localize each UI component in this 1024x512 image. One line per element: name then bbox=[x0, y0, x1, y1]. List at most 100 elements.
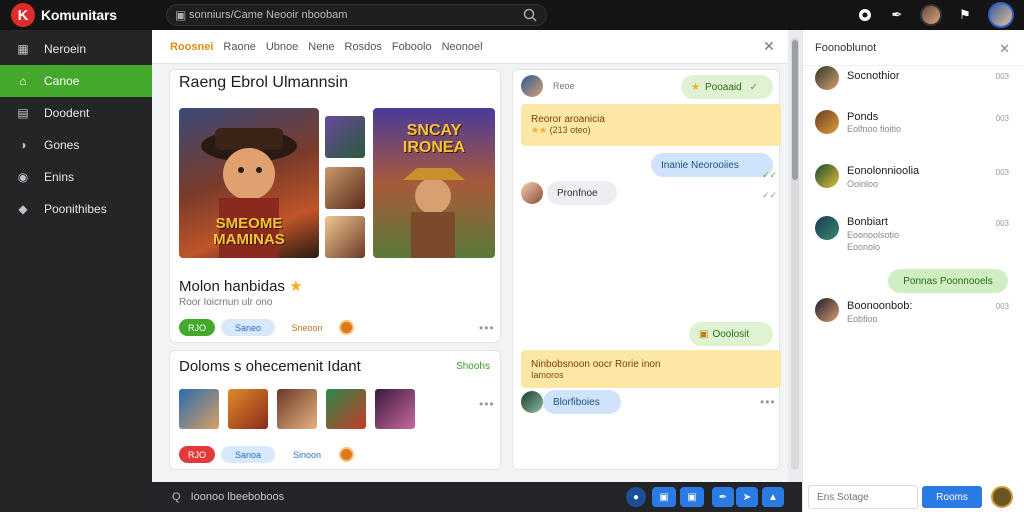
message-input[interactable] bbox=[190, 491, 551, 503]
category-pill[interactable]: Saneo bbox=[221, 319, 275, 336]
game-subtitle: Molon hanbidas ★ bbox=[179, 277, 303, 295]
close-icon[interactable]: ✕ bbox=[762, 39, 776, 53]
chat-bubble[interactable]: Blorfiboies bbox=[543, 390, 621, 414]
contact-time: 003 bbox=[995, 114, 1009, 123]
chat-bubble-text: Pooaaid bbox=[704, 81, 742, 93]
rating-badge[interactable]: RJO bbox=[179, 319, 215, 336]
hero-art-2[interactable]: SNCAY IRONEA bbox=[373, 108, 495, 258]
friend-avatar[interactable] bbox=[920, 4, 942, 26]
chat-avatar[interactable] bbox=[521, 391, 543, 413]
star-icon: ★★ bbox=[531, 125, 548, 135]
game-subtitle-text: Molon hanbidas bbox=[179, 278, 285, 295]
sidebar-item-label: Doodent bbox=[44, 106, 90, 120]
thumbnail[interactable] bbox=[325, 216, 365, 258]
chat-avatar[interactable] bbox=[521, 75, 543, 97]
sidebar-item-0[interactable]: ▦ Neroein bbox=[0, 33, 152, 65]
character-thumb[interactable] bbox=[326, 389, 366, 429]
chat-bubble-text: Ooolosit bbox=[712, 328, 750, 340]
user-avatar[interactable] bbox=[988, 2, 1014, 28]
message-bar: Q ● ▣ ▣ ✒ ➤ ▲ bbox=[152, 482, 802, 512]
tag-icon: ◆ bbox=[18, 202, 28, 216]
contact-time: 003 bbox=[995, 219, 1009, 228]
status-pill[interactable]: Sinoon bbox=[281, 446, 333, 463]
contact-item[interactable]: Boonoonbob: Eobfioo 003 bbox=[803, 298, 1024, 350]
thumbnail[interactable] bbox=[325, 167, 365, 209]
sidebar-item-1[interactable]: ⌂ Canoe bbox=[0, 65, 152, 97]
tab-1[interactable]: Raone bbox=[223, 41, 255, 53]
globe-icon[interactable]: ● bbox=[626, 487, 646, 507]
rating-badge[interactable]: RJO bbox=[179, 446, 215, 463]
chat-bubble[interactable]: Pronfnoe bbox=[547, 181, 617, 205]
close-icon[interactable]: ✕ bbox=[999, 41, 1010, 57]
brand-name: Komunitars bbox=[41, 7, 117, 23]
chat-highlight[interactable]: Ninbobsnoon oocr Rorie inon Iamoros bbox=[521, 350, 781, 388]
search-icon[interactable] bbox=[522, 7, 538, 23]
contact-avatar bbox=[815, 66, 839, 90]
notification-icon[interactable] bbox=[856, 6, 874, 24]
reply-input[interactable] bbox=[817, 491, 912, 503]
attach-icon[interactable]: ▣ bbox=[680, 487, 704, 507]
check-icon: ✓ bbox=[749, 81, 759, 93]
sidebar-item-5[interactable]: ◆ Poonithibes bbox=[0, 193, 152, 225]
contact-item[interactable]: Eonolonnioolia Ooinloo 003 bbox=[803, 164, 1024, 216]
contact-item[interactable]: Bonbiart Eoonoolsotio Eoonolo 003 bbox=[803, 216, 1024, 268]
contacts-title: Foonoblunot bbox=[803, 30, 1024, 66]
image-icon[interactable]: ▣ bbox=[652, 487, 676, 507]
brand[interactable]: K Komunitars bbox=[11, 3, 117, 27]
search-bar[interactable]: ▣ bbox=[166, 4, 547, 26]
user-avatar[interactable] bbox=[991, 486, 1013, 508]
category-pill[interactable]: Sanoa bbox=[221, 446, 275, 463]
thumbnail[interactable] bbox=[325, 116, 365, 158]
character-thumb[interactable] bbox=[179, 389, 219, 429]
coin-icon[interactable] bbox=[339, 320, 354, 335]
scrollbar[interactable] bbox=[791, 38, 799, 470]
chat-avatar[interactable] bbox=[521, 182, 543, 204]
chat-bubble[interactable]: ★ Pooaaid ✓ bbox=[681, 75, 773, 99]
more-icon[interactable]: ••• bbox=[479, 321, 495, 335]
sidebar-item-label: Canoe bbox=[44, 74, 80, 88]
character-thumb[interactable] bbox=[277, 389, 317, 429]
card-title: Raeng Ebrol Ulmannsin bbox=[179, 74, 348, 91]
send-icon[interactable]: ➤ bbox=[736, 487, 758, 507]
coin-icon[interactable] bbox=[339, 447, 354, 462]
more-icon[interactable]: ••• bbox=[479, 397, 495, 411]
contact-time: 003 bbox=[995, 72, 1009, 81]
scroll-thumb[interactable] bbox=[792, 40, 798, 180]
send-button[interactable]: Rooms bbox=[922, 486, 982, 508]
tab-5[interactable]: Foboolo bbox=[392, 41, 432, 53]
sidebar: ▦ Neroein ⌂ Canoe ▤ Doodent ◑ Gones ◉ En… bbox=[0, 30, 152, 512]
card-title: Doloms s ohecemenit Idant bbox=[179, 358, 361, 375]
tab-6[interactable]: Neonoel bbox=[442, 41, 483, 53]
hero-art[interactable]: SMEOME MAMINAS bbox=[179, 108, 319, 258]
chat-bubble[interactable]: Inanie Neorooiies bbox=[651, 153, 773, 177]
chat-bubble[interactable]: ▣ Ooolosit bbox=[689, 322, 773, 346]
more-icon[interactable]: ••• bbox=[760, 395, 776, 409]
edit-icon[interactable]: ✒ bbox=[712, 487, 734, 507]
contact-item[interactable]: Ponds Eolfnoo fioitio 003 bbox=[803, 110, 1024, 162]
card-side-link[interactable]: Shoohs bbox=[456, 361, 490, 372]
bell-icon[interactable]: ▲ bbox=[762, 487, 784, 507]
hero-art-title: SMEOME MAMINAS bbox=[213, 215, 285, 248]
tab-3[interactable]: Nene bbox=[308, 41, 334, 53]
character-thumb[interactable] bbox=[375, 389, 415, 429]
chat-panel: Reoe ★ Pooaaid ✓ Reoror aroanicia ★★ (21… bbox=[512, 69, 781, 470]
contact-chat-bubble-text: Ponnas Poonnooels bbox=[903, 275, 993, 287]
contact-chat-bubble[interactable]: Ponnas Poonnooels bbox=[888, 269, 1008, 293]
chat-highlight[interactable]: Reoror aroanicia ★★ (213 oteo) bbox=[521, 104, 781, 146]
status-pill[interactable]: Sneoon bbox=[281, 319, 333, 336]
flag-icon[interactable]: ⚑ bbox=[956, 6, 974, 24]
tab-0[interactable]: Roosnei bbox=[170, 41, 213, 53]
reply-input-wrap[interactable] bbox=[808, 485, 918, 509]
sidebar-item-4[interactable]: ◉ Enins bbox=[0, 161, 152, 193]
sidebar-item-3[interactable]: ◑ Gones bbox=[0, 129, 152, 161]
collection-card: Doloms s ohecemenit Idant Shoohs ••• RJO… bbox=[169, 350, 501, 470]
sidebar-item-2[interactable]: ▤ Doodent bbox=[0, 97, 152, 129]
tab-4[interactable]: Rosdos bbox=[345, 41, 382, 53]
message-input-wrap[interactable]: Q bbox=[172, 491, 572, 503]
top-bar: K Komunitars ▣ ✒ ⚑ bbox=[0, 0, 1024, 30]
character-thumb[interactable] bbox=[228, 389, 268, 429]
pen-icon[interactable]: ✒ bbox=[888, 6, 906, 24]
tab-2[interactable]: Ubnoe bbox=[266, 41, 298, 53]
search-input[interactable] bbox=[189, 9, 522, 21]
chat-highlight-sub: Iamoros bbox=[531, 369, 564, 380]
